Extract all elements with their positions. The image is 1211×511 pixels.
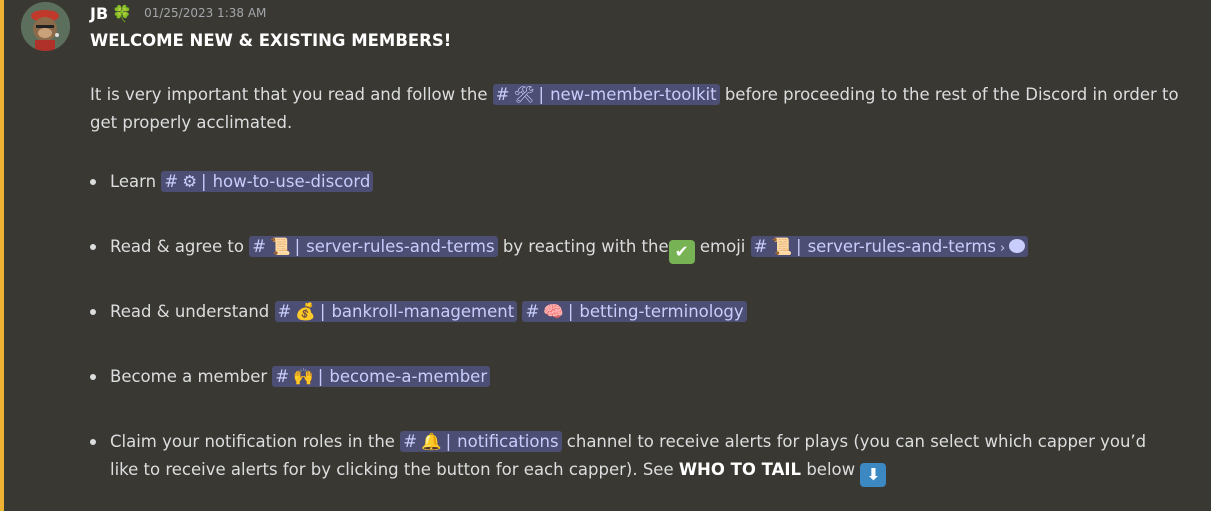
bullet-text: Learn — [110, 172, 157, 191]
bullet-text-emoji: emoji — [699, 237, 746, 256]
arrow-down-icon: ⬇ — [860, 463, 887, 487]
intro-text-before: It is very important that you read and f… — [90, 85, 488, 104]
channel-mention-how-to-use-discord[interactable]: # ⚙ | how-to-use-discord — [161, 171, 374, 192]
hash-icon: # — [753, 237, 768, 256]
check-mark-icon: ✔ — [668, 240, 695, 264]
who-to-tail-bold: WHO TO TAIL — [678, 460, 802, 479]
bullet-dot — [90, 309, 96, 315]
message-intro: It is very important that you read and f… — [90, 81, 1180, 137]
channel-name: server-rules-and-terms — [807, 237, 996, 256]
channel-mention-become-a-member[interactable]: # 🙌 | become-a-member — [272, 366, 491, 387]
bullet-dot — [90, 439, 96, 445]
channel-name: notifications — [457, 432, 559, 451]
bullet-dot — [90, 244, 96, 250]
bullet-text-below: below — [806, 460, 856, 479]
channel-name: become-a-member — [329, 367, 488, 386]
author-name[interactable]: JB — [90, 4, 108, 23]
separator: | — [319, 302, 326, 321]
channel-mention-betting-terminology[interactable]: # 🧠 | betting-terminology — [522, 301, 747, 322]
bullet-dot — [90, 179, 96, 185]
bullet-text: Read & agree to — [110, 237, 244, 256]
bullet-text-middle: by reacting with the — [502, 237, 669, 256]
thread-mention-server-rules-and-terms[interactable]: # 📜 | server-rules-and-terms › — [750, 236, 1029, 257]
separator: | — [445, 432, 452, 451]
thread-bubble-icon — [1009, 239, 1026, 253]
bullet-text: Become a member — [110, 367, 268, 386]
clover-badge-icon: 🍀 — [112, 3, 133, 23]
channel-mention-bankroll-management[interactable]: # 💰 | bankroll-management — [274, 301, 518, 322]
channel-mention-new-member-toolkit[interactable]: # 🛠 | new-member-toolkit — [492, 84, 720, 105]
hash-icon: # — [525, 302, 540, 321]
hash-icon: # — [277, 302, 292, 321]
separator: | — [538, 85, 545, 104]
hash-icon: # — [403, 432, 418, 451]
hash-icon: # — [495, 85, 510, 104]
scroll-icon: 📜 — [771, 237, 792, 256]
channel-name: how-to-use-discord — [212, 172, 371, 191]
bullet-text: Claim your notification roles in the — [110, 432, 395, 451]
brain-icon: 🧠 — [543, 302, 564, 321]
message-header: JB 🍀 01/25/2023 1:38 AM — [90, 2, 266, 24]
channel-mention-notifications[interactable]: # 🔔 | notifications — [400, 431, 562, 452]
message-timestamp[interactable]: 01/25/2023 1:38 AM — [144, 6, 266, 20]
author-avatar[interactable] — [21, 2, 70, 51]
channel-mention-server-rules-and-terms[interactable]: # 📜 | server-rules-and-terms — [249, 236, 498, 257]
bullet-dot — [90, 374, 96, 380]
bell-icon: 🔔 — [421, 432, 442, 451]
separator: | — [317, 367, 324, 386]
highlight-accent-bar — [0, 0, 4, 511]
gear-icon: ⚙ — [182, 172, 197, 191]
bullet-text: Read & understand — [110, 302, 270, 321]
separator: | — [201, 172, 207, 191]
channel-name: bankroll-management — [331, 302, 515, 321]
chevron-right-icon: › — [1000, 241, 1006, 256]
message-title: WELCOME NEW & EXISTING MEMBERS! — [90, 31, 452, 50]
hash-icon: # — [164, 172, 179, 191]
channel-name: new-member-toolkit — [550, 85, 717, 104]
scroll-icon: 📜 — [270, 237, 291, 256]
raised-hands-icon: 🙌 — [293, 367, 314, 386]
hash-icon: # — [252, 237, 267, 256]
separator: | — [567, 302, 574, 321]
channel-name: betting-terminology — [579, 302, 744, 321]
channel-name: server-rules-and-terms — [306, 237, 495, 256]
money-bag-icon: 💰 — [295, 302, 316, 321]
tools-icon: 🛠 — [513, 85, 535, 104]
hash-icon: # — [275, 367, 290, 386]
separator: | — [294, 237, 301, 256]
separator: | — [796, 237, 802, 256]
